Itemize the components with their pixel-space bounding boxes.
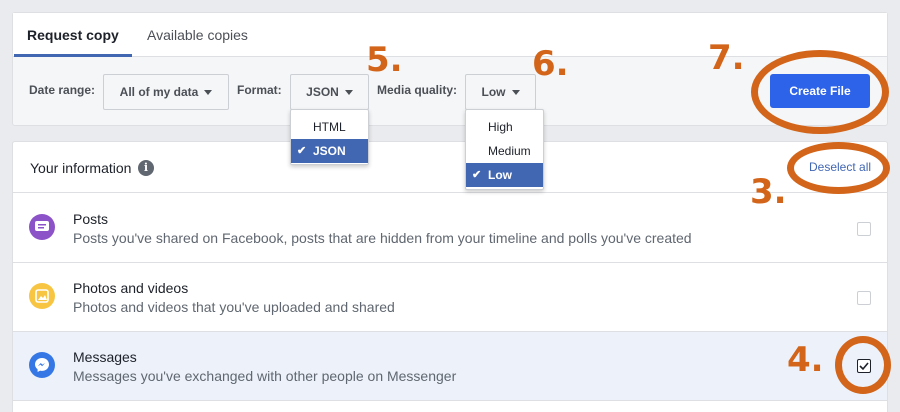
photos-videos-checkbox[interactable] (857, 291, 871, 305)
list-item-description: Photos and videos that you've uploaded a… (73, 299, 395, 315)
list-item-photos-videos[interactable]: Photos and videos Photos and videos that… (13, 263, 887, 332)
annotation-step-4: 4. (787, 340, 824, 380)
format-value: JSON (306, 85, 339, 99)
chevron-down-icon (204, 89, 213, 95)
format-option-json[interactable]: ✔ JSON (291, 139, 368, 163)
posts-icon (29, 214, 55, 240)
format-menu: HTML ✔ JSON (290, 109, 369, 165)
list-item-description: Messages you've exchanged with other peo… (73, 368, 457, 384)
annotation-step-7: 7. (708, 38, 745, 78)
tab-available-copies[interactable]: Available copies (134, 13, 261, 57)
menu-item-label: Low (488, 168, 512, 182)
section-title: Your information (30, 160, 132, 176)
menu-item-label: JSON (313, 144, 346, 158)
quality-option-medium[interactable]: Medium (466, 139, 543, 163)
annotation-circle-checkbox (835, 336, 891, 394)
date-range-value: All of my data (119, 85, 199, 99)
annotation-step-5: 5. (366, 40, 403, 80)
format-label: Format: (237, 83, 282, 97)
checkmark-icon: ✔ (472, 169, 482, 181)
messenger-icon (29, 352, 55, 378)
list-item-description: Posts you've shared on Facebook, posts t… (73, 230, 692, 246)
checkmark-icon: ✔ (297, 145, 307, 157)
format-dropdown[interactable]: JSON (290, 74, 369, 110)
list-item-title: Posts (73, 211, 109, 227)
media-quality-value: Low (481, 85, 506, 99)
format-option-html[interactable]: HTML (291, 115, 368, 139)
list-item-title: Messages (73, 349, 137, 365)
media-quality-menu: High Medium ✔ Low (465, 109, 544, 190)
chevron-down-icon (344, 89, 353, 95)
annotation-circle-create (751, 50, 889, 134)
posts-checkbox[interactable] (857, 222, 871, 236)
menu-item-label: Medium (488, 144, 531, 158)
media-quality-label: Media quality: (377, 83, 458, 97)
quality-option-low[interactable]: ✔ Low (466, 163, 543, 187)
chevron-down-icon (511, 89, 520, 95)
photos-icon (29, 283, 55, 309)
date-range-dropdown[interactable]: All of my data (103, 74, 229, 110)
menu-item-label: HTML (313, 120, 346, 134)
list-item-messages[interactable]: Messages Messages you've exchanged with … (13, 332, 887, 401)
tab-bar: Request copy Available copies (13, 13, 887, 57)
info-icon[interactable]: i (138, 160, 154, 176)
date-range-label: Date range: (29, 83, 96, 97)
annotation-circle-deselect (787, 142, 890, 194)
list-item-title: Photos and videos (73, 280, 189, 296)
tab-request-copy[interactable]: Request copy (14, 13, 132, 57)
menu-item-label: High (488, 120, 513, 134)
annotation-step-6: 6. (532, 44, 569, 84)
media-quality-dropdown[interactable]: Low (465, 74, 536, 110)
quality-option-high[interactable]: High (466, 115, 543, 139)
annotation-step-3: 3. (750, 172, 787, 212)
